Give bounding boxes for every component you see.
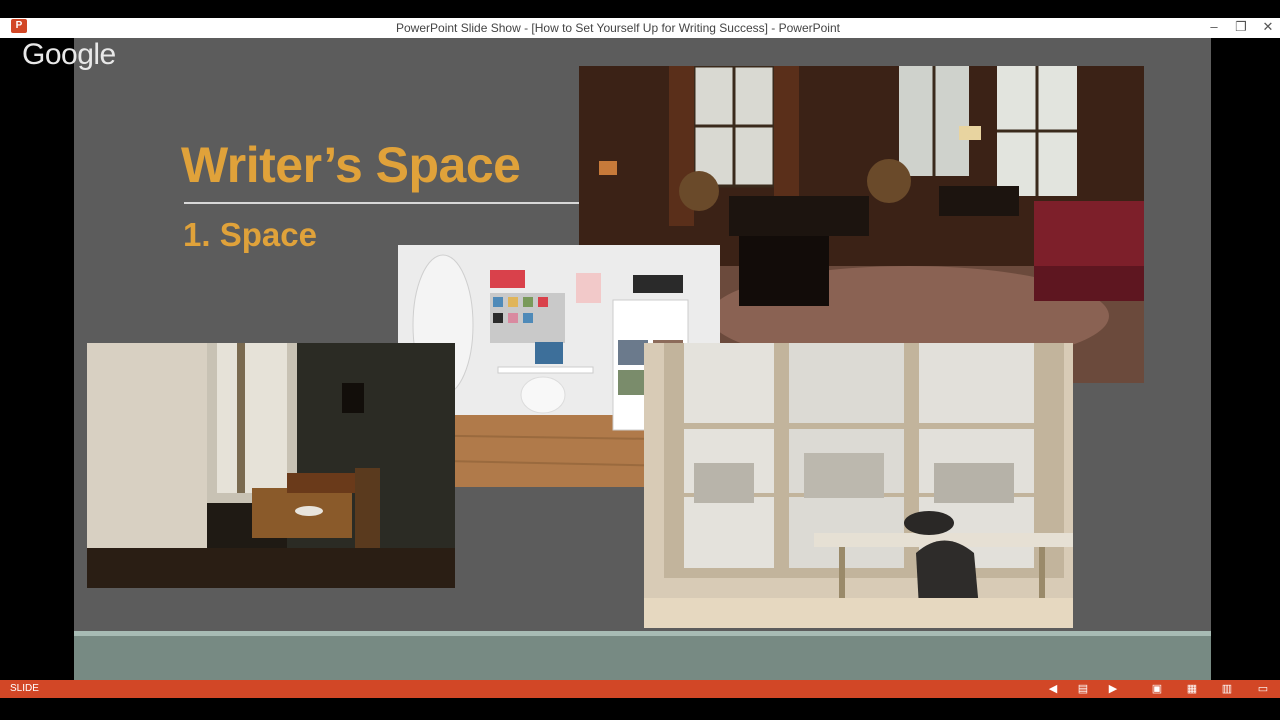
- slideshow-icon[interactable]: ▭: [1255, 681, 1271, 697]
- minimize-button[interactable]: –: [1203, 19, 1225, 35]
- menu-icon[interactable]: ▤: [1075, 681, 1091, 697]
- slide-title: Writer’s Space: [181, 137, 521, 193]
- slide[interactable]: Writer’s Space 1. Space: [74, 38, 1211, 680]
- close-button[interactable]: ✕: [1257, 19, 1279, 35]
- previous-icon[interactable]: ◀: [1045, 681, 1061, 697]
- dark-window-desk-photo: [87, 343, 455, 588]
- normal-view-icon[interactable]: ▣: [1149, 681, 1165, 697]
- google-logo: Google: [22, 38, 116, 71]
- status-slide-label: SLIDE: [10, 683, 39, 694]
- title-divider: [184, 202, 579, 204]
- bottom-black-strip: [0, 698, 1280, 720]
- window-title: PowerPoint Slide Show - [How to Set Your…: [396, 21, 840, 35]
- top-black-strip: [0, 0, 1280, 18]
- next-icon[interactable]: ▶: [1105, 681, 1121, 697]
- reading-view-icon[interactable]: ▥: [1219, 681, 1235, 697]
- slide-sorter-icon[interactable]: ▦: [1184, 681, 1200, 697]
- window-table-photo: [644, 343, 1073, 628]
- restore-button[interactable]: ❐: [1230, 19, 1252, 35]
- slide-subtitle: 1. Space: [183, 216, 317, 253]
- slide-footer-band: [74, 631, 1211, 680]
